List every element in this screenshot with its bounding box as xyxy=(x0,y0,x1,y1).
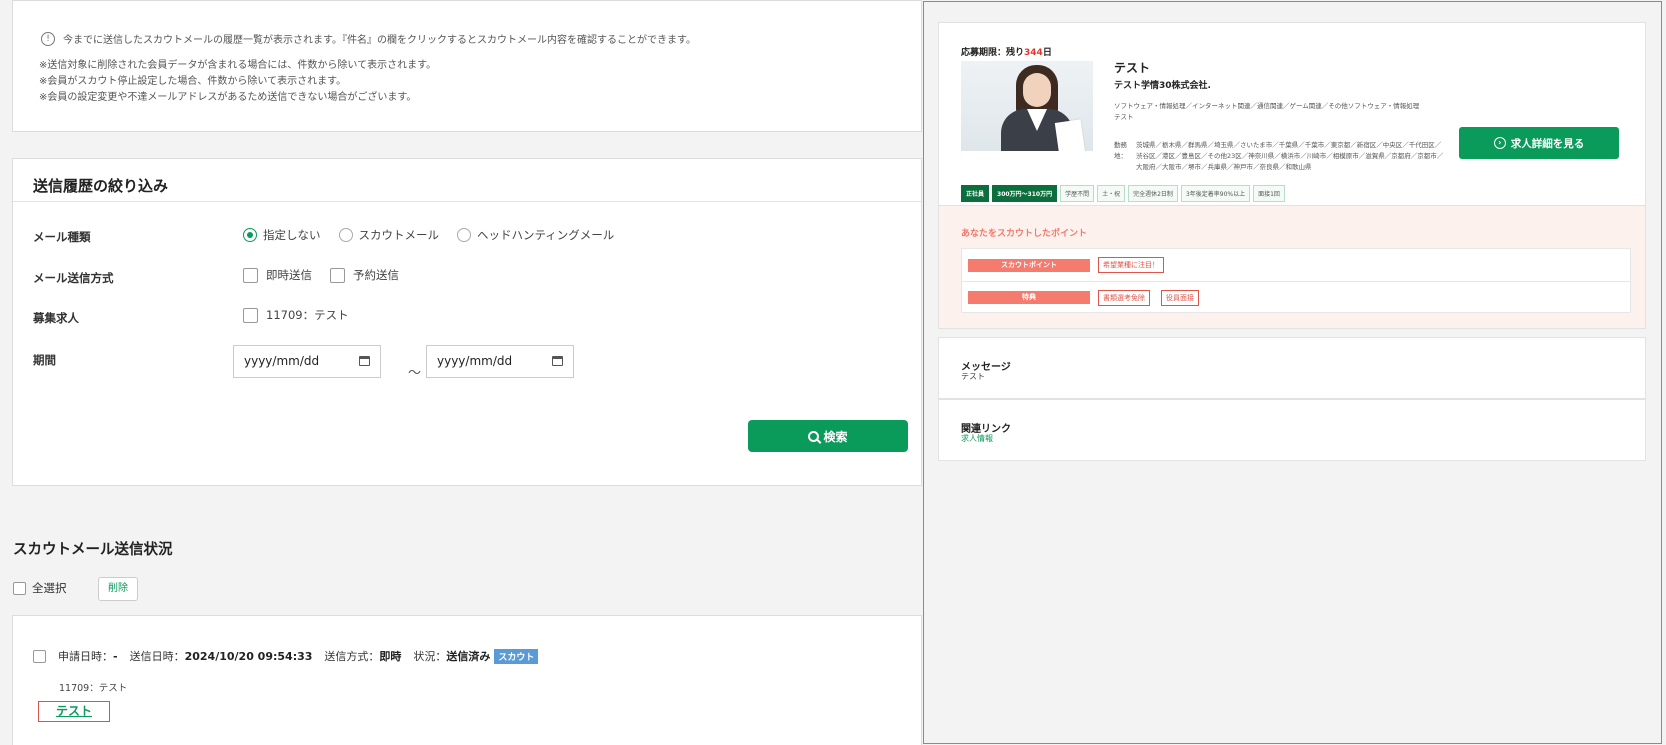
period-separator: ～ xyxy=(408,366,422,381)
company-name: テスト学情30株式会社. xyxy=(1114,81,1211,91)
related-links-section: 関連リンク 求人情報 xyxy=(938,399,1646,461)
status-title: スカウトメール送信状況 xyxy=(13,542,173,558)
job-description: テスト xyxy=(1114,113,1134,121)
scout-points: あなたをスカウトしたポイント スカウトポイント 希望業種に注目！ 特典 書類選考… xyxy=(938,205,1646,329)
radio-option-headhunting[interactable]: ヘッドハンティングメール xyxy=(457,227,614,243)
date-from-input[interactable]: yyyy/mm/dd xyxy=(233,345,381,378)
job-photo xyxy=(961,61,1093,151)
message-section: メッセージ テスト xyxy=(938,337,1646,399)
scout-history-panel: ! 今までに送信したスカウトメールの履歴一覧が表示されます。『件名』の欄をクリッ… xyxy=(0,0,922,745)
points-row: スカウトポイント 希望業種に注目！ xyxy=(962,249,1630,281)
item-checkbox[interactable] xyxy=(33,649,46,663)
job-title: テスト xyxy=(1114,61,1151,75)
notice-main: 今までに送信したスカウトメールの履歴一覧が表示されます。『件名』の欄をクリックす… xyxy=(63,35,696,46)
job-label: 募集求人 xyxy=(33,311,79,325)
checkbox-icon[interactable] xyxy=(13,581,26,595)
job-card: 応募期限：残り344日 テスト テスト学情30株式会社. ソフトウェア・情報処理… xyxy=(938,22,1646,207)
job-tags: 正社員 300万円〜310万円 学歴不問 土・祝 完全週休2日制 3年後定着率9… xyxy=(961,185,1285,202)
job-detail-button[interactable]: › 求人詳細を見る xyxy=(1459,127,1619,159)
info-icon: ! xyxy=(41,31,55,46)
tag: 完全週休2日制 xyxy=(1128,185,1178,202)
message-body: テスト xyxy=(961,372,985,381)
divider xyxy=(13,201,921,202)
checkbox-icon[interactable] xyxy=(243,267,258,283)
points-table: スカウトポイント 希望業種に注目！ 特典 書類選考免除 役員面接 xyxy=(961,248,1631,313)
mail-type-label: メール種類 xyxy=(33,230,91,244)
deadline: 応募期限：残り344日 xyxy=(961,48,1052,58)
points-row: 特典 書類選考免除 役員面接 xyxy=(962,281,1630,313)
tag: 3年後定着率90%以上 xyxy=(1180,185,1251,202)
arrow-circle-icon: › xyxy=(1493,137,1506,149)
send-method-label: メール送信方式 xyxy=(33,271,114,285)
checkbox-immediate[interactable]: 即時送信 xyxy=(243,267,312,283)
tag: 学歴不問 xyxy=(1060,185,1095,202)
notice-box: ! 今までに送信したスカウトメールの履歴一覧が表示されます。『件名』の欄をクリッ… xyxy=(12,0,922,132)
radio-icon[interactable] xyxy=(457,228,471,242)
radio-option-none[interactable]: 指定しない xyxy=(243,227,321,243)
calendar-icon[interactable] xyxy=(552,356,563,366)
points-title: あなたをスカウトしたポイント xyxy=(961,229,1088,239)
delete-button[interactable]: 削除 xyxy=(98,577,138,601)
tag: 正社員 xyxy=(961,185,990,202)
checkbox-icon[interactable] xyxy=(330,267,345,283)
select-all[interactable]: 全選択 xyxy=(13,580,67,596)
checkbox-job[interactable]: 11709：テスト xyxy=(243,307,349,323)
checkbox-icon[interactable] xyxy=(243,307,258,323)
mail-subject-link[interactable]: テスト xyxy=(38,701,110,722)
location: 勤務地： 茨城県／栃木県／群馬県／埼玉県／さいたま市／千葉県／千葉市／東京都／新… xyxy=(1114,141,1444,171)
date-to-input[interactable]: yyyy/mm/dd xyxy=(426,345,574,378)
send-method-options: 即時送信 予約送信 xyxy=(243,267,417,283)
calendar-icon[interactable] xyxy=(359,356,370,366)
checkbox-scheduled[interactable]: 予約送信 xyxy=(330,267,399,283)
notice-note: ※送信対象に削除された会員データが含まれる場合には、件数から除いて表示されます。 xyxy=(39,60,437,71)
notice-note: ※会員の設定変更や不達メールアドレスがあるため送信できない場合がございます。 xyxy=(39,92,417,103)
mail-meta: 申請日時： - 送信日時： 2024/10/20 09:54:33 送信方式： 即時 … xyxy=(33,648,539,664)
radio-icon[interactable] xyxy=(338,228,353,242)
period-label: 期間 xyxy=(33,353,56,367)
mail-preview-panel: 応募期限：残り344日 テスト テスト学情30株式会社. ソフトウェア・情報処理… xyxy=(923,1,1662,744)
radio-option-scout[interactable]: スカウトメール xyxy=(338,227,439,243)
scout-badge: スカウト xyxy=(494,648,539,664)
tag: 土・祝 xyxy=(1097,185,1126,202)
search-button[interactable]: 検索 xyxy=(748,420,908,452)
mail-job: 11709：テスト xyxy=(59,683,128,694)
search-icon xyxy=(808,430,820,442)
radio-checked-icon[interactable] xyxy=(243,228,257,242)
notice-note: ※会員がスカウト停止設定した場合、件数から除いて表示されます。 xyxy=(39,76,347,87)
related-link[interactable]: 求人情報 xyxy=(961,433,993,444)
tag: 面接1回 xyxy=(1253,185,1285,202)
industries: ソフトウェア・情報処理／インターネット関連／通信関連／ゲーム関連／その他ソフトウ… xyxy=(1114,102,1420,110)
tag: 300万円〜310万円 xyxy=(992,185,1058,202)
filter-title: 送信履歴の絞り込み xyxy=(33,177,169,195)
mail-item: 申請日時： - 送信日時： 2024/10/20 09:54:33 送信方式： 即時 … xyxy=(12,615,922,745)
job-options: 11709：テスト xyxy=(243,307,367,323)
mail-type-options: 指定しない スカウトメール ヘッドハンティングメール xyxy=(243,227,632,243)
